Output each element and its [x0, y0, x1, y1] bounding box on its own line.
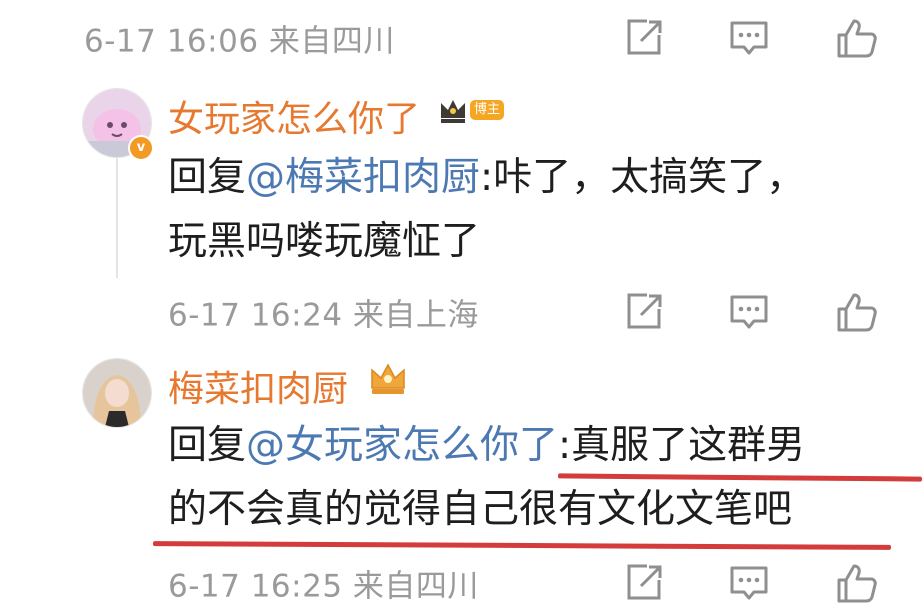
share-icon[interactable] [621, 560, 667, 606]
share-icon[interactable] [621, 15, 667, 61]
comment-text-line: 回复@女玩家怎么你了:真服了这群男 [168, 423, 806, 468]
avatar[interactable] [82, 358, 152, 428]
comment-icon[interactable] [726, 15, 772, 61]
like-icon[interactable] [834, 289, 880, 335]
comment-timestamp: 6-17 16:24 来自上海 [168, 297, 479, 334]
comment-username[interactable]: 女玩家怎么你了 [168, 90, 420, 142]
thread-connector [116, 150, 118, 278]
comment-text-line: 回复@梅菜扣肉厨:咔了，太搞笑了， [168, 155, 806, 200]
comment-text-line: 的不会真的觉得自己很有文化文笔吧 [168, 487, 793, 532]
share-icon[interactable] [621, 289, 667, 335]
comment-text: 回复@梅菜扣肉厨:咔了，太搞笑了， 玩黑吗喽玩魔怔了 [168, 146, 805, 274]
comment-timestamp: 6-17 16:25 来自四川 [168, 568, 479, 605]
comment-icon[interactable] [726, 289, 772, 335]
highlight-underline [152, 541, 892, 550]
comment-icon[interactable] [726, 560, 772, 606]
comment-timestamp: 6-17 16:06 来自四川 [84, 23, 395, 60]
verified-badge: v [128, 135, 154, 161]
blogger-badge: 博主 [470, 100, 505, 120]
comment-meta-row: 6-17 16:24 来自上海 [0, 282, 922, 342]
like-icon[interactable] [834, 560, 880, 606]
comment-username[interactable]: 梅菜扣肉厨 [168, 360, 348, 412]
vip-crown-icon [441, 100, 465, 123]
mention-link[interactable]: @女玩家怎么你了 [246, 423, 558, 468]
mention-link[interactable]: @梅菜扣肉厨 [246, 155, 480, 200]
like-icon[interactable] [834, 15, 880, 61]
comment-meta-row: 6-17 16:25 来自四川 [0, 553, 922, 613]
comment-text-line: 玩黑吗喽玩魔怔了 [168, 219, 481, 264]
vip-crown-icon [371, 363, 405, 394]
comment-meta-row: 6-17 16:06 来自四川 [0, 8, 922, 68]
